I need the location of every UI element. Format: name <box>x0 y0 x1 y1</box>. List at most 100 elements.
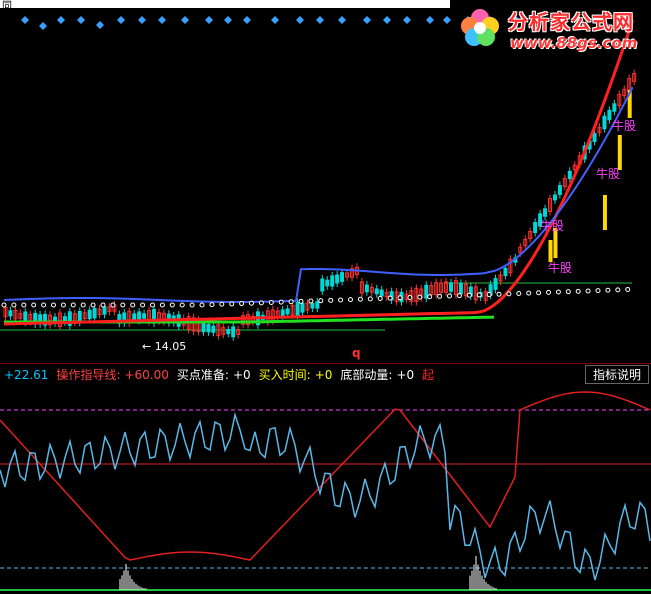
candle-body <box>102 306 107 315</box>
ma-dot <box>169 302 175 308</box>
ma-dot <box>536 290 542 296</box>
candle-body <box>557 185 562 195</box>
bull-signal-label: 牛股 <box>596 166 620 181</box>
candle-body <box>310 302 315 309</box>
candle-body <box>211 325 216 333</box>
indicator-item: 底部动量: +0 <box>340 368 418 382</box>
signal-diamond <box>426 16 434 24</box>
bull-signal-label: 牛股 <box>540 218 564 233</box>
indicator-label: 买入时间: <box>258 368 311 382</box>
candle-body <box>132 313 137 320</box>
watermark-logo: 分析家公式网 www.88gs.com <box>452 0 651 56</box>
indicator-item: 操作指导线: +60.00 <box>56 368 172 382</box>
ma-dot <box>328 297 334 303</box>
indicator-label: 起 <box>422 368 435 382</box>
indicator-label: 买点准备: <box>176 368 229 382</box>
ma-dot <box>397 295 403 301</box>
signal-diamond <box>224 16 232 24</box>
candle-body <box>567 170 572 180</box>
ma-dot <box>51 302 56 308</box>
signal-diamond <box>138 16 146 24</box>
indicator-help-button[interactable]: 指标说明 <box>585 365 649 384</box>
candle-body <box>295 302 300 316</box>
indicator-value: +60.00 <box>124 368 169 382</box>
ma-dot <box>506 291 512 297</box>
ma-dot <box>150 302 155 308</box>
title-bar: 同 <box>0 0 450 12</box>
indicator-value: +0 <box>232 368 251 382</box>
ma-dot <box>367 296 373 302</box>
signal-diamond <box>205 16 213 24</box>
signal-bar <box>548 240 553 262</box>
ma-dot <box>278 299 284 305</box>
ma-dot <box>447 293 452 299</box>
ma-dot <box>476 292 482 298</box>
ma-dot <box>456 293 462 299</box>
ma-dot <box>555 289 561 295</box>
candle-body <box>87 309 92 320</box>
ma-dot <box>229 301 235 307</box>
candle-body <box>533 222 538 233</box>
indicator-value: +0 <box>314 368 333 382</box>
signal-diamond <box>383 16 391 24</box>
ma-dot <box>110 302 116 308</box>
ma-dot <box>100 302 106 308</box>
signal-diamond <box>296 16 304 24</box>
title-bar-text: 同 <box>2 1 12 12</box>
signal-diamond <box>39 22 47 30</box>
ma-dot <box>575 288 581 294</box>
candle-body <box>552 194 557 201</box>
candle-body <box>449 282 453 292</box>
ma-dot <box>595 288 601 294</box>
ma-dot <box>466 292 472 298</box>
ma-dot <box>377 296 383 302</box>
ma-red-line <box>3 19 635 326</box>
candle-body <box>458 282 463 295</box>
ma-dot <box>496 291 502 297</box>
ma-dot <box>615 287 621 293</box>
ma-dot <box>140 302 146 308</box>
signal-diamond <box>443 16 451 24</box>
ma-dot <box>1 302 7 308</box>
indicator-item: +22.61 <box>0 368 52 382</box>
signal-diamond <box>181 16 189 24</box>
candle-body <box>330 275 335 287</box>
candle-body <box>201 321 206 333</box>
candle-body <box>543 208 548 217</box>
ma-dot <box>348 297 353 303</box>
ma-dot <box>31 302 37 308</box>
candle-body <box>374 288 379 295</box>
signal-diamond <box>338 16 346 24</box>
ma-dot <box>219 301 225 307</box>
ma-dot <box>120 302 126 308</box>
ma-dot <box>546 289 551 295</box>
ma-dot <box>239 301 245 307</box>
ma-dot <box>437 293 443 299</box>
candle-body <box>231 326 236 338</box>
ma-dot <box>268 299 274 305</box>
ma-dot <box>357 296 363 302</box>
candle-body <box>335 274 340 284</box>
candle-body <box>503 267 508 277</box>
ma-dot <box>159 302 165 308</box>
chart-canvas: 牛股牛股牛股牛股 <box>0 16 651 591</box>
ma-dot <box>21 302 27 308</box>
pane-divider <box>0 363 651 364</box>
signal-diamond <box>96 21 104 29</box>
candle-body <box>315 301 320 309</box>
logo-url: www.88gs.com <box>510 34 638 52</box>
ma-dot <box>258 300 264 306</box>
ma-dot <box>199 302 205 308</box>
signal-bar <box>617 135 622 170</box>
ma-dot <box>585 288 591 294</box>
candle-body <box>602 115 607 130</box>
candle-body <box>142 313 147 319</box>
signal-diamond <box>57 16 65 24</box>
osc-blue-line <box>0 411 651 581</box>
candle-body <box>325 279 330 287</box>
candle-body <box>300 302 305 313</box>
candle-body <box>8 310 13 317</box>
q-marker: q <box>352 346 361 360</box>
price-pane: 牛股牛股牛股牛股 <box>0 16 637 341</box>
ma-dot <box>407 294 413 300</box>
